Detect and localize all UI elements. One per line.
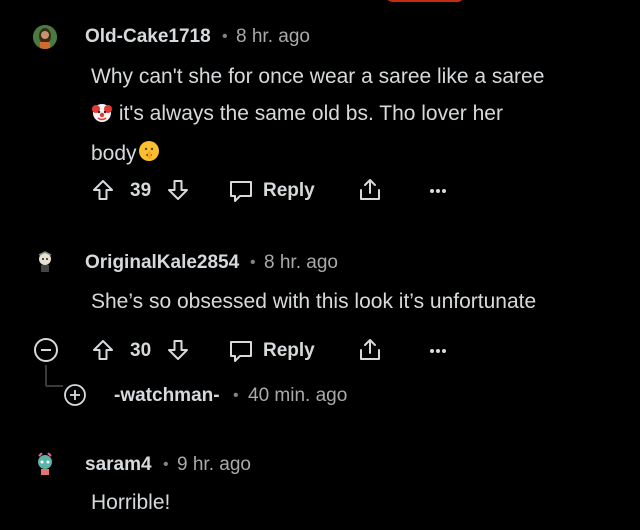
avatar-icon	[33, 25, 57, 49]
separator-dot: •	[233, 387, 239, 404]
comment-body-line: body	[91, 135, 611, 175]
comment-username[interactable]: OriginalKale2854	[85, 252, 239, 274]
top-action-button-partial[interactable]	[385, 0, 465, 2]
upvote-arrow-icon[interactable]	[91, 338, 115, 362]
thread-line	[45, 365, 47, 385]
more-options-icon[interactable]	[429, 348, 447, 354]
more-options-icon[interactable]	[429, 188, 447, 194]
comment-body-line: it's always the same old bs. Tho lover h…	[91, 95, 611, 135]
shushing-face-emoji-icon	[137, 138, 161, 175]
user-avatar[interactable]	[33, 452, 57, 476]
vote-count: 39	[130, 180, 152, 201]
separator-dot: •	[163, 456, 169, 473]
comment-username[interactable]: saram4	[85, 454, 152, 476]
comment-timestamp: 40 min. ago	[248, 385, 348, 406]
avatar-icon	[38, 452, 52, 475]
reply-bubble-icon[interactable]	[228, 178, 254, 204]
comment-body: She’s so obsessed with this look it’s un…	[91, 290, 537, 313]
clown-emoji-icon	[91, 98, 113, 135]
comment-timestamp: 8 hr. ago	[236, 26, 310, 47]
comment-username[interactable]: Old-Cake1718	[85, 26, 211, 48]
avatar-icon	[38, 251, 52, 272]
reply-button[interactable]: Reply	[263, 340, 315, 362]
reply-bubble-icon[interactable]	[228, 338, 254, 364]
comment-timestamp: 9 hr. ago	[177, 454, 251, 475]
downvote-arrow-icon[interactable]	[166, 178, 190, 202]
reply-button[interactable]: Reply	[263, 180, 315, 202]
vote-count: 30	[130, 340, 152, 361]
comment-body: Why can't she for once wear a saree like…	[91, 58, 611, 175]
separator-dot: •	[250, 254, 256, 271]
comment-body-line: Why can't she for once wear a saree like…	[91, 65, 545, 88]
comment-timestamp: 8 hr. ago	[264, 252, 338, 273]
user-avatar[interactable]	[33, 250, 57, 274]
share-icon[interactable]	[357, 177, 383, 203]
comment-body: Horrible!	[91, 491, 171, 514]
separator-dot: •	[222, 28, 228, 45]
expand-thread-icon[interactable]	[63, 383, 87, 407]
collapse-thread-icon[interactable]	[33, 337, 59, 363]
downvote-arrow-icon[interactable]	[166, 338, 190, 362]
user-avatar[interactable]	[33, 25, 57, 49]
share-icon[interactable]	[357, 337, 383, 363]
thread-line-branch	[45, 385, 63, 387]
comment-username[interactable]: -watchman-	[114, 385, 220, 407]
upvote-arrow-icon[interactable]	[91, 178, 115, 202]
